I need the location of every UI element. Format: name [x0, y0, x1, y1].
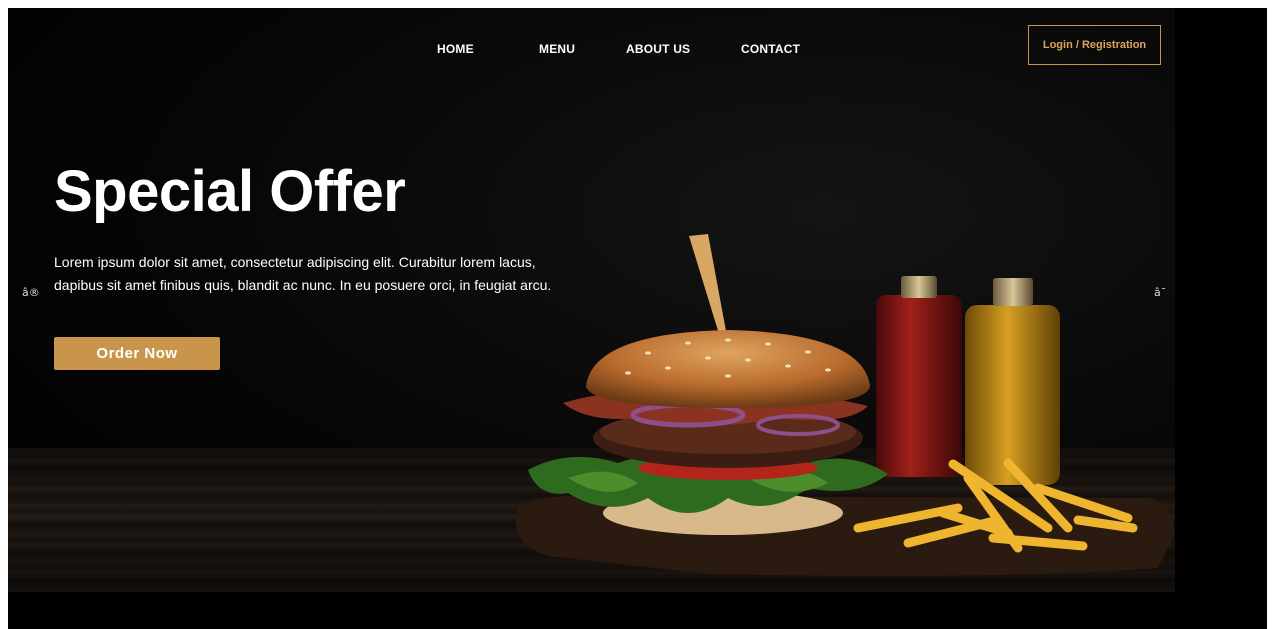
page-frame: HOME MENU ABOUT US CONTACT Login / Regis…: [8, 8, 1267, 629]
slider-prev-arrow-icon[interactable]: â®: [22, 286, 40, 299]
burger-image: [516, 234, 1174, 576]
login-registration-button[interactable]: Login / Registration: [1028, 25, 1161, 65]
hero-section: HOME MENU ABOUT US CONTACT Login / Regis…: [8, 8, 1175, 592]
nav-menu[interactable]: MENU: [539, 42, 575, 56]
order-now-button[interactable]: Order Now: [54, 337, 220, 370]
ketchup-bottle: [876, 295, 962, 477]
mustard-bottle: [965, 305, 1060, 485]
slider-next-arrow-icon[interactable]: â¯: [1154, 286, 1166, 299]
main-navigation: HOME MENU ABOUT US CONTACT Login / Regis…: [8, 8, 1175, 88]
nav-about-us[interactable]: ABOUT US: [626, 42, 690, 56]
hero-title: Special Offer: [54, 159, 406, 224]
hero-description: Lorem ipsum dolor sit amet, consectetur …: [54, 254, 552, 293]
nav-home[interactable]: HOME: [437, 42, 474, 56]
nav-contact[interactable]: CONTACT: [741, 42, 800, 56]
